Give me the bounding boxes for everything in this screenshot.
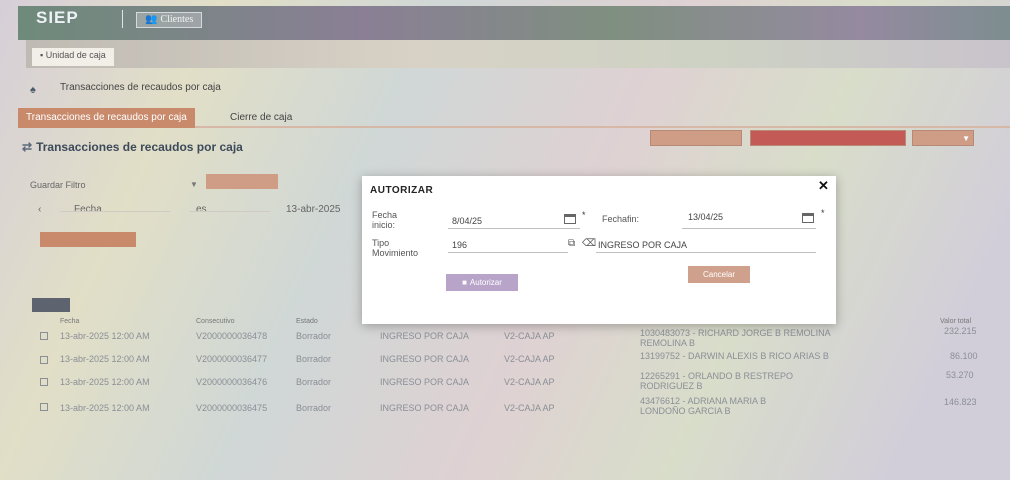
- cell-tercero: 13199752 - DARWIN ALEXIS B RICO ARIAS B: [640, 351, 829, 361]
- modal-title: AUTORIZAR: [370, 185, 434, 196]
- cell-estado: Borrador: [296, 377, 332, 387]
- cell-fecha: 13-abr-2025 12:00 AM: [60, 331, 150, 341]
- cell-caja: V2-CAJA AP: [504, 354, 555, 364]
- app-logo[interactable]: SIEP: [36, 8, 79, 28]
- fecha-inicio-input[interactable]: 8/04/25: [452, 216, 482, 226]
- tabs-row: Transacciones de recaudos por caja Cierr…: [18, 108, 1010, 128]
- cell-estado: Borrador: [296, 354, 332, 364]
- cell-estado: Borrador: [296, 403, 332, 413]
- check-icon: ■: [462, 278, 467, 287]
- clear-icon[interactable]: ⌫: [582, 238, 596, 249]
- unidad-caja-label: Unidad de caja: [45, 50, 106, 60]
- cell-consecutivo[interactable]: V2000000036478: [196, 331, 267, 341]
- field-underline: [60, 211, 170, 212]
- required-mark: *: [582, 210, 586, 220]
- cell-tercero: 43476612 - ADRIANA MARIA B LONDOÑO GARCI…: [640, 396, 767, 416]
- options-dropdown-button[interactable]: ▼: [912, 130, 974, 146]
- cell-tercero: 12265291 - ORLANDO B RESTREPO RODRIGUEZ …: [640, 371, 794, 391]
- chevron-down-icon: ▼: [962, 134, 970, 143]
- col-header-consecutivo[interactable]: Consecutivo: [196, 318, 235, 325]
- filter-field-select[interactable]: Fecha: [74, 204, 102, 215]
- cell-estado: Borrador: [296, 331, 332, 341]
- home-icon[interactable]: ♠: [30, 84, 36, 96]
- col-header-fecha[interactable]: Fecha: [60, 318, 79, 325]
- sub-bar: [26, 40, 1010, 68]
- fecha-fin-underline: [682, 228, 816, 229]
- chevron-down-icon[interactable]: ▼: [190, 180, 198, 189]
- tab-transacciones[interactable]: Transacciones de recaudos por caja: [18, 108, 195, 128]
- tipo-code-underline: [448, 252, 568, 253]
- calendar-icon[interactable]: [564, 214, 576, 224]
- cell-caja: V2-CAJA AP: [504, 403, 555, 413]
- cell-fecha: 13-abr-2025 12:00 AM: [60, 377, 150, 387]
- cell-valor: 146.823: [944, 397, 977, 407]
- tipo-movimiento-label: Tipo Movimiento: [372, 238, 419, 258]
- row-checkbox[interactable]: [40, 356, 48, 364]
- grid-options-button[interactable]: [32, 298, 70, 312]
- section-title: ⇄ Transacciones de recaudos por caja: [22, 140, 243, 154]
- cell-caja: V2-CAJA AP: [504, 331, 555, 341]
- filter-operator-select[interactable]: es: [196, 204, 207, 215]
- autorizar-label: Autorizar: [469, 278, 502, 287]
- cell-tipo: INGRESO POR CAJA: [380, 331, 470, 341]
- cell-consecutivo[interactable]: V2000000036475: [196, 403, 267, 413]
- cell-consecutivo[interactable]: V2000000036477: [196, 354, 267, 364]
- chevron-left-icon[interactable]: ‹: [38, 204, 41, 215]
- action-button-2[interactable]: [750, 130, 906, 146]
- cell-valor: 86.100: [950, 351, 978, 361]
- cell-tipo: INGRESO POR CAJA: [380, 354, 470, 364]
- cell-consecutivo[interactable]: V2000000036476: [196, 377, 267, 387]
- autorizar-modal: AUTORIZAR ✕ Fecha inicio: 8/04/25 * Fech…: [362, 176, 836, 324]
- cell-fecha: 13-abr-2025 12:00 AM: [60, 354, 150, 364]
- filter-apply-button[interactable]: [206, 174, 278, 189]
- cell-tipo: INGRESO POR CAJA: [380, 377, 470, 387]
- action-button-1[interactable]: [650, 130, 742, 146]
- close-icon[interactable]: ✕: [818, 178, 829, 194]
- calendar-icon[interactable]: [802, 213, 814, 223]
- guardar-filtro-label: Guardar Filtro: [30, 180, 86, 190]
- tipo-desc-underline: [596, 252, 816, 253]
- filter-value-input[interactable]: 13-abr-2025: [286, 204, 340, 215]
- cell-valor: 232.215: [944, 326, 977, 336]
- unidad-caja-tab[interactable]: ▪ Unidad de caja: [32, 48, 114, 66]
- tipo-description: INGRESO POR CAJA: [598, 240, 688, 250]
- transactions-icon: ⇄: [22, 140, 33, 154]
- tab-cierre-caja[interactable]: Cierre de caja: [222, 110, 300, 125]
- cell-caja: V2-CAJA AP: [504, 377, 555, 387]
- breadcrumb[interactable]: Transacciones de recaudos por caja: [60, 82, 221, 93]
- cell-tercero: 1030483073 - RICHARD JORGE B REMOLINA RE…: [640, 328, 831, 348]
- row-checkbox[interactable]: [40, 403, 48, 411]
- section-title-text: Transacciones de recaudos por caja: [36, 140, 243, 154]
- cell-tipo: INGRESO POR CAJA: [380, 403, 470, 413]
- cash-register-icon: ▪: [40, 50, 44, 60]
- fecha-fin-label: Fechafin:: [602, 214, 640, 224]
- autorizar-button[interactable]: ■ Autorizar: [446, 274, 518, 291]
- users-icon: 👥: [145, 14, 158, 25]
- tipo-code-input[interactable]: 196: [452, 240, 467, 250]
- operator-underline: [190, 211, 270, 212]
- toolbar-divider: [122, 10, 123, 28]
- cell-fecha: 13-abr-2025 12:00 AM: [60, 403, 150, 413]
- fecha-fin-input[interactable]: 13/04/25: [688, 212, 723, 222]
- cell-valor: 53.270: [946, 370, 974, 380]
- clientes-button[interactable]: 👥 Clientes: [136, 12, 203, 28]
- row-checkbox[interactable]: [40, 378, 48, 386]
- col-header-valor-total[interactable]: Valor total: [940, 318, 971, 325]
- row-checkbox[interactable]: [40, 332, 48, 340]
- add-filter-button[interactable]: [40, 232, 136, 247]
- required-mark: *: [821, 208, 825, 218]
- fecha-inicio-label: Fecha inicio:: [372, 210, 398, 230]
- search-list-icon[interactable]: ⧉: [568, 238, 575, 249]
- cancelar-button[interactable]: Cancelar: [688, 266, 750, 283]
- clientes-label: Clientes: [160, 14, 194, 25]
- col-header-estado[interactable]: Estado: [296, 318, 318, 325]
- fecha-inicio-underline: [448, 228, 580, 229]
